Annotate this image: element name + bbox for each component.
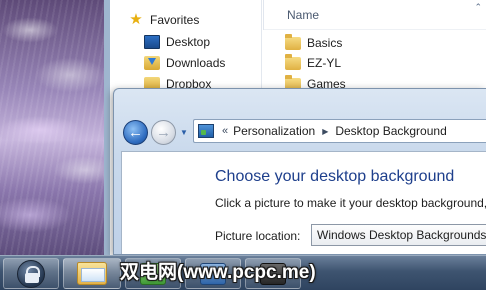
watermark: 双电网(www.pcpc.me) — [120, 262, 316, 283]
breadcrumb-overflow-icon[interactable]: « — [222, 125, 228, 137]
breadcrumb-desktop-background[interactable]: Desktop Background — [335, 124, 446, 138]
taskbar-button-explorer[interactable] — [63, 258, 121, 289]
breadcrumb-personalization[interactable]: Personalization — [233, 124, 315, 138]
address-bar[interactable]: « Personalization ▶ Desktop Background — [193, 119, 486, 143]
column-name-label: Name — [287, 8, 320, 22]
control-panel-icon — [198, 124, 214, 138]
desktop-icon — [144, 35, 160, 49]
file-name: EZ-YL — [307, 56, 342, 70]
nav-item-label: Desktop — [166, 35, 211, 49]
nav-item-downloads[interactable]: Downloads — [144, 53, 225, 73]
nav-favorites-label: Favorites — [150, 13, 200, 27]
lock-icon — [17, 259, 45, 288]
folder-icon — [285, 33, 301, 50]
breadcrumb-separator-icon[interactable]: ▶ — [322, 127, 328, 136]
column-header[interactable]: Name ⌃ — [263, 0, 486, 30]
page-description: Click a picture to make it your desktop … — [215, 196, 486, 210]
forward-button[interactable]: → — [151, 120, 176, 145]
back-arrow-icon: ← — [128, 124, 143, 141]
nav-item-label: Downloads — [166, 56, 226, 70]
control-panel-content: Choose your desktop background Click a p… — [121, 151, 486, 254]
file-name: Basics — [307, 36, 343, 50]
file-row[interactable]: EZ-YL — [285, 53, 341, 73]
file-row[interactable]: Basics — [285, 33, 342, 53]
downloads-icon — [144, 56, 160, 70]
recent-pages-dropdown[interactable]: ▼ — [178, 127, 190, 139]
sort-caret-icon: ⌃ — [474, 2, 482, 12]
nav-item-desktop[interactable]: Desktop — [144, 32, 210, 52]
nav-favorites[interactable]: ★ Favorites — [128, 10, 199, 30]
back-button[interactable]: ← — [123, 120, 148, 145]
page-title: Choose your desktop background — [215, 168, 455, 185]
picture-location-select[interactable]: Windows Desktop Backgrounds — [311, 224, 486, 246]
forward-arrow-icon: → — [156, 124, 171, 141]
control-panel-window: ← → ▼ « Personalization ▶ Desktop Backgr… — [113, 88, 486, 255]
column-divider — [263, 0, 264, 30]
picture-location-label: Picture location: — [215, 229, 301, 243]
folder-icon — [285, 53, 301, 70]
windows-explorer-icon — [77, 262, 107, 285]
desktop-wallpaper — [0, 0, 110, 255]
star-icon: ★ — [129, 11, 143, 28]
taskbar-button-lock[interactable] — [3, 258, 59, 289]
